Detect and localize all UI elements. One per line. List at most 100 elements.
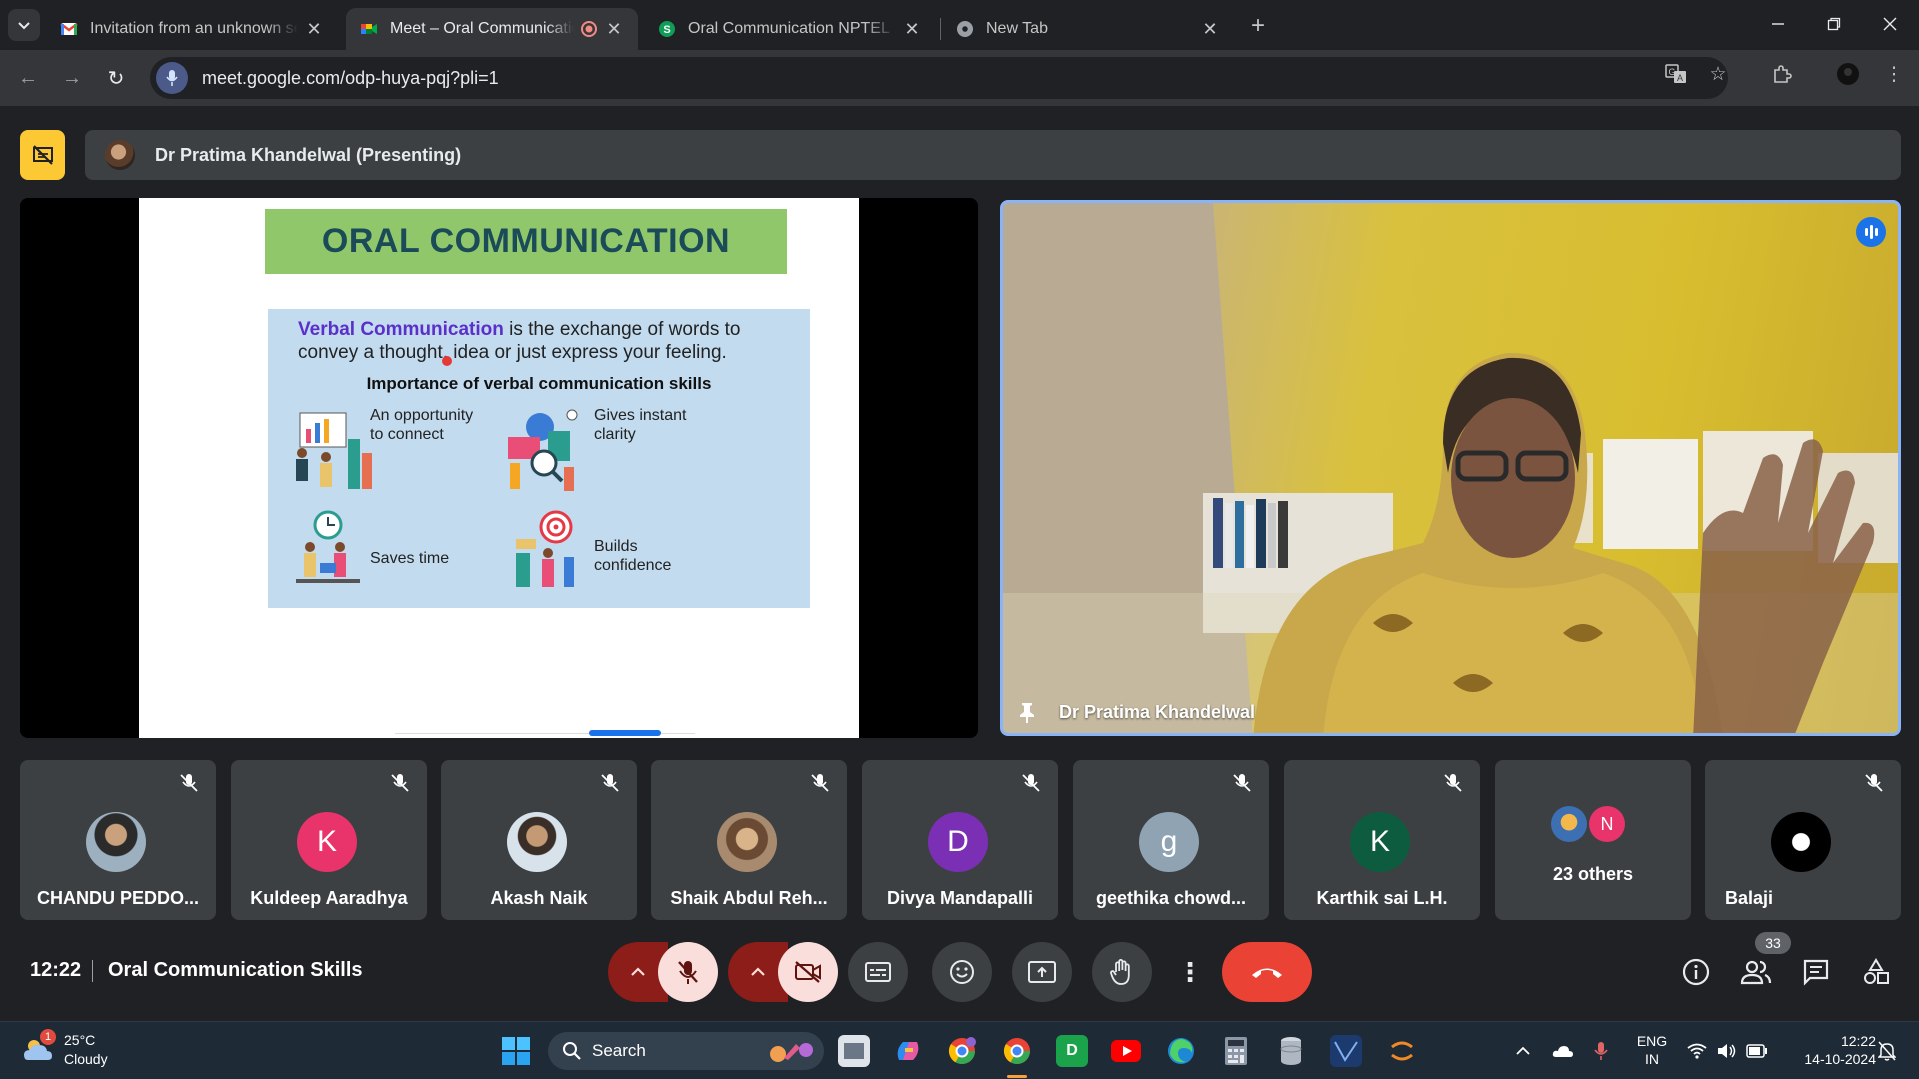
clarity-illustration-icon [508, 409, 578, 491]
microphone-toggle-button[interactable] [658, 942, 718, 1002]
system-clock[interactable]: 12:22 14-10-2024 [1782, 1032, 1876, 1068]
participant-count-badge: 33 [1755, 932, 1791, 954]
speaking-indicator-icon [1856, 217, 1886, 247]
close-icon[interactable]: ✕ [1200, 19, 1220, 39]
slide-title: ORAL COMMUNICATION [321, 222, 731, 260]
new-tab-button[interactable]: + [1244, 12, 1272, 40]
database-icon[interactable] [1275, 1035, 1307, 1067]
weather-condition: Cloudy [64, 1051, 108, 1067]
raise-hand-button[interactable] [1092, 942, 1152, 1002]
notification-bell-icon[interactable] [1876, 1040, 1898, 1062]
others-tile[interactable]: N 23 others [1495, 760, 1691, 920]
participant-tile[interactable]: K Kuldeep Aaradhya [231, 760, 427, 920]
input-language[interactable]: ENG IN [1632, 1032, 1672, 1068]
youtube-icon[interactable] [1110, 1035, 1142, 1067]
avatar [86, 812, 146, 872]
close-icon[interactable]: ✕ [604, 19, 624, 39]
camera-off-icon [795, 961, 821, 983]
slide-content-card: Verbal Communication is the exchange of … [268, 309, 810, 608]
participant-tile[interactable]: CHANDU PEDDO... [20, 760, 216, 920]
shared-screen-tile[interactable]: ORAL COMMUNICATION Verbal Communication … [20, 198, 978, 738]
battery-icon[interactable] [1746, 1040, 1768, 1062]
tab-meet[interactable]: Meet – Oral Communication Skills ✕ [346, 8, 638, 50]
tab-gmail[interactable]: Invitation from an unknown sender ✕ [46, 8, 338, 50]
people-button[interactable] [1736, 952, 1776, 992]
slide-definition-highlight: Verbal Communication [298, 319, 504, 340]
skill-connect: An opportunity to connect [370, 407, 474, 443]
meeting-title: Oral Communication Skills [108, 959, 363, 981]
more-options-button[interactable]: ⋮ [1172, 942, 1208, 1002]
calculator-icon[interactable] [1220, 1035, 1252, 1067]
leave-call-button[interactable] [1222, 942, 1312, 1002]
copilot-icon[interactable] [892, 1035, 924, 1067]
chrome-taskbar-icon[interactable] [1001, 1035, 1033, 1078]
start-button[interactable] [500, 1035, 532, 1067]
extensions-icon[interactable] [1770, 62, 1794, 86]
window-close-button[interactable] [1870, 6, 1910, 42]
back-button[interactable]: ← [12, 62, 44, 94]
tab-label: Oral Communication NPTEL 14-10 [688, 20, 896, 37]
minimize-icon [1772, 23, 1784, 25]
sync-app-icon[interactable] [1386, 1035, 1418, 1067]
restore-button[interactable] [1814, 6, 1854, 42]
camera-toggle-button[interactable] [778, 942, 838, 1002]
microphone-in-use-icon[interactable] [1590, 1040, 1612, 1062]
bookmark-star-icon[interactable]: ☆ [1706, 62, 1730, 86]
slide-subtitle: Importance of verbal communication skill… [366, 374, 712, 393]
participant-tile[interactable]: Shaik Abdul Reh... [651, 760, 847, 920]
slide-title-banner: ORAL COMMUNICATION [265, 209, 787, 274]
translate-icon[interactable]: GA [1664, 62, 1688, 86]
taskbar-search[interactable]: Search [548, 1032, 824, 1070]
profile-avatar[interactable] [1836, 62, 1860, 86]
chevron-down-icon [18, 22, 30, 30]
mic-off-icon [678, 961, 698, 984]
reload-button[interactable]: ↻ [100, 62, 132, 94]
app-d-icon[interactable]: D [1056, 1035, 1088, 1067]
close-icon[interactable]: ✕ [304, 19, 324, 39]
participant-tile[interactable]: Balaji [1705, 760, 1901, 920]
wifi-icon[interactable] [1686, 1040, 1708, 1062]
onedrive-cloud-icon[interactable] [1552, 1040, 1574, 1062]
code-editor-icon[interactable] [1330, 1035, 1362, 1067]
site-info-button[interactable] [156, 62, 188, 94]
chat-button[interactable] [1796, 952, 1836, 992]
activities-button[interactable] [1856, 952, 1896, 992]
chrome-profile-icon[interactable] [946, 1035, 978, 1067]
chevron-up-icon[interactable] [1512, 1040, 1534, 1062]
edge-icon[interactable] [1165, 1035, 1197, 1067]
volume-icon[interactable] [1716, 1040, 1738, 1062]
presentation-toggle-button[interactable] [20, 130, 65, 180]
divider [92, 960, 93, 982]
present-screen-button[interactable] [1012, 942, 1072, 1002]
forward-arrow-icon: → [62, 66, 82, 89]
tab-search-button[interactable] [8, 9, 40, 41]
restore-icon [1827, 17, 1841, 31]
gmail-icon [60, 23, 78, 35]
task-view-icon[interactable] [838, 1035, 870, 1067]
windows-logo-icon [502, 1037, 530, 1065]
recording-icon [581, 21, 597, 37]
minimize-button[interactable] [1758, 6, 1798, 42]
forward-button[interactable]: → [56, 62, 88, 94]
participant-tile[interactable]: D Divya Mandapalli [862, 760, 1058, 920]
skill-confidence: Builds confidence [594, 538, 672, 574]
language-code: ENG [1636, 1033, 1668, 1049]
participant-tile[interactable]: g geethika chowd... [1073, 760, 1269, 920]
participant-tile[interactable]: Akash Naik [441, 760, 637, 920]
svg-text:S: S [663, 24, 670, 36]
reactions-button[interactable] [932, 942, 992, 1002]
search-icon [563, 1042, 581, 1060]
close-icon[interactable]: ✕ [902, 19, 922, 39]
pin-icon[interactable] [1015, 701, 1039, 725]
meeting-clock: 12:22 [30, 959, 82, 981]
time-illustration-icon [296, 510, 360, 583]
meeting-details-button[interactable] [1676, 952, 1716, 992]
chrome-menu-icon[interactable]: ⋮ [1882, 62, 1906, 86]
presenter-camera-tile[interactable]: Dr Pratima Khandelwal [1000, 200, 1901, 736]
tab-sheets[interactable]: S Oral Communication NPTEL 14-10 ✕ [644, 8, 936, 50]
taskbar-search-label: Search [592, 1041, 646, 1060]
address-bar[interactable]: meet.google.com/odp-huya-pqj?pli=1 [150, 57, 1728, 99]
participant-tile[interactable]: K Karthik sai L.H. [1284, 760, 1480, 920]
captions-button[interactable] [848, 942, 908, 1002]
tab-new-tab[interactable]: New Tab ✕ [942, 8, 1234, 50]
